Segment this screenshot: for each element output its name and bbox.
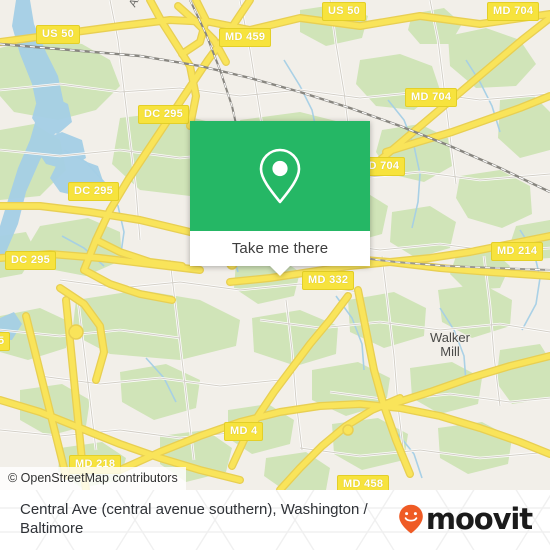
moovit-smiley-pin-icon bbox=[399, 504, 423, 534]
destination-popup-card[interactable]: Take me there bbox=[190, 121, 370, 276]
highway-shield: MD 332 bbox=[302, 271, 355, 290]
take-me-there-label: Take me there bbox=[231, 240, 329, 257]
highway-shield: MD 459 bbox=[219, 28, 272, 47]
highway-shield: US 50 bbox=[36, 25, 81, 44]
footer-bar: Central Ave (central avenue southern), W… bbox=[0, 490, 550, 550]
highway-shield: DC 295 bbox=[68, 182, 120, 201]
popup-pointer-tail bbox=[270, 266, 290, 276]
map-canvas[interactable]: US 50 US 50 MD 459 MD 704 MD 704 MD 704 … bbox=[0, 0, 550, 490]
popup-action-bar[interactable]: Take me there bbox=[190, 231, 370, 276]
highway-shield: DC 295 bbox=[5, 251, 57, 270]
highway-shield: DC 295 bbox=[138, 105, 190, 124]
highway-shield: 5 bbox=[0, 332, 11, 351]
highway-shield: US 50 bbox=[322, 2, 367, 21]
highway-shield: MD 704 bbox=[487, 2, 540, 21]
page-title: Central Ave (central avenue southern), W… bbox=[20, 501, 368, 537]
highway-shield: MD 458 bbox=[337, 475, 390, 490]
osm-attribution[interactable]: © OpenStreetMap contributors bbox=[0, 467, 186, 490]
place-label-walker-mill: Walker Mill bbox=[430, 330, 470, 359]
highway-shield: MD 214 bbox=[491, 242, 544, 261]
map-pin-icon bbox=[259, 148, 301, 204]
moovit-wordmark: moovit bbox=[425, 502, 533, 536]
highway-shield: MD 4 bbox=[224, 422, 264, 441]
highway-shield: MD 704 bbox=[405, 88, 458, 107]
popup-image-panel bbox=[190, 121, 370, 231]
moovit-logo[interactable]: moovit bbox=[398, 502, 533, 536]
